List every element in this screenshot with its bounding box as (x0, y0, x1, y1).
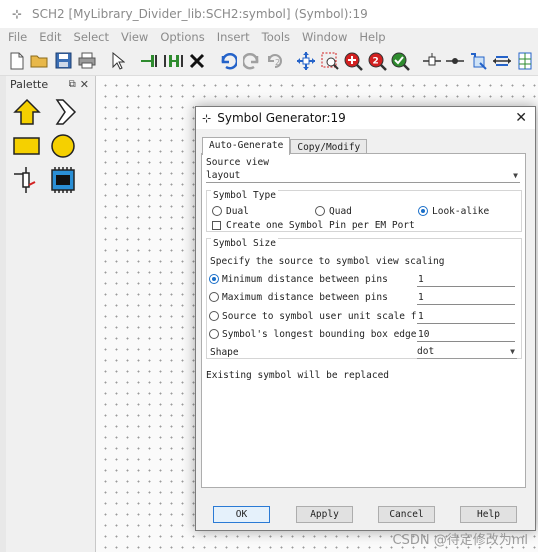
port-icon[interactable] (444, 50, 465, 72)
print-icon[interactable] (76, 50, 97, 72)
per-port-checkbox-label: Create one Symbol Pin per EM Port (226, 220, 415, 231)
main-window-title-bar: ⊹ SCH2 [MyLibrary_Divider_lib:SCH2:symbo… (0, 0, 538, 28)
dialog-tabs: Auto-Generate Copy/Modify (202, 137, 368, 155)
move-icon[interactable] (296, 50, 317, 72)
chevron-down-icon: ▼ (513, 171, 518, 180)
radio-scale-factor[interactable] (209, 311, 219, 321)
menu-insert[interactable]: Insert (217, 28, 250, 46)
radio-max-distance[interactable] (209, 292, 219, 302)
menu-help[interactable]: Help (359, 28, 385, 46)
radio-scale-factor-label: Source to symbol user unit scale factor (222, 311, 446, 322)
pin-up-icon[interactable] (10, 96, 44, 128)
recompile-icon[interactable]: 2 (264, 50, 285, 72)
menu-select[interactable]: Select (74, 28, 109, 46)
scale-factor-input[interactable]: 1 (417, 310, 515, 324)
bounding-box-input[interactable]: 10 (417, 328, 515, 342)
svg-text:2: 2 (275, 58, 280, 67)
delete-x-icon[interactable] (186, 50, 207, 72)
menu-options[interactable]: Options (160, 28, 204, 46)
zoom-in-icon[interactable] (343, 50, 364, 72)
watermark: CSDN @待定修改为ml (392, 533, 528, 548)
palette-panel: Palette ⧉ ✕ (6, 76, 96, 552)
menubar: File Edit Select View Options Insert Too… (0, 28, 538, 46)
main-window-title: SCH2 [MyLibrary_Divider_lib:SCH2:symbol]… (32, 7, 368, 21)
save-icon[interactable] (53, 50, 74, 72)
undo-icon[interactable] (218, 50, 239, 72)
chip-component-icon[interactable] (46, 164, 80, 196)
menu-window[interactable]: Window (302, 28, 347, 46)
apply-button[interactable]: Apply (296, 506, 353, 523)
shape-select[interactable]: dot ▼ (417, 345, 517, 359)
dialog-app-icon: ⊹ (202, 111, 212, 125)
symbol-size-label: Symbol Size (211, 238, 278, 249)
radio-bounding-box[interactable] (209, 329, 219, 339)
dock-pin-icon[interactable]: ⧉ (69, 79, 76, 90)
radio-look-alike-label: Look-alike (432, 206, 490, 217)
menu-view[interactable]: View (121, 28, 148, 46)
app-logo-icon: ⊹ (12, 7, 23, 21)
menu-edit[interactable]: Edit (39, 28, 61, 46)
source-view-select[interactable]: layout ▼ (206, 169, 520, 183)
chevron-down-icon: ▼ (510, 347, 515, 356)
pin-diagonal-icon[interactable] (46, 96, 80, 128)
pin-pair-icon[interactable] (162, 50, 184, 72)
resize-icon[interactable] (491, 50, 512, 72)
zoom-box-icon[interactable] (319, 50, 340, 72)
radio-max-distance-label: Maximum distance between pins (222, 292, 388, 303)
rectangle-shape-icon[interactable] (10, 130, 44, 162)
wire-icon[interactable] (421, 50, 442, 72)
ok-button[interactable]: OK (213, 506, 270, 523)
zoom-out-icon[interactable]: 2 (366, 50, 387, 72)
shape-value: dot (417, 346, 435, 357)
radio-dual-label: Dual (226, 206, 249, 217)
palette-grid (6, 92, 95, 198)
radio-quad-label: Quad (329, 206, 352, 217)
radio-look-alike[interactable] (418, 206, 428, 216)
tab-auto-generate[interactable]: Auto-Generate (202, 137, 291, 155)
grid-toggle-icon[interactable] (515, 50, 536, 72)
menu-tools[interactable]: Tools (262, 28, 290, 46)
palette-title: Palette (10, 77, 49, 91)
zoom-fit-icon[interactable] (390, 50, 411, 72)
scaling-instruction: Specify the source to symbol view scalin… (210, 256, 445, 267)
pin-component-icon[interactable] (10, 164, 44, 196)
source-view-value: layout (206, 170, 241, 181)
help-button[interactable]: Help (460, 506, 517, 523)
shape-label: Shape (210, 347, 239, 358)
palette-close-icon[interactable]: ✕ (80, 78, 89, 91)
max-distance-input[interactable]: 1 (417, 291, 515, 305)
palette-header: Palette ⧉ ✕ (6, 76, 95, 92)
auto-generate-panel: Source view layout ▼ Symbol Type Dual Qu… (201, 153, 526, 488)
symbol-size-group: Symbol Size Specify the source to symbol… (206, 238, 522, 359)
dialog-title: Symbol Generator:19 (217, 111, 346, 125)
svg-text:2: 2 (372, 56, 378, 66)
symbol-type-group: Symbol Type Dual Quad Look-alike Create … (206, 190, 522, 232)
align-icon[interactable] (468, 50, 489, 72)
per-port-checkbox[interactable] (212, 221, 221, 230)
source-view-label: Source view (206, 157, 269, 168)
open-folder-icon[interactable] (29, 50, 50, 72)
radio-dual[interactable] (212, 206, 222, 216)
new-file-icon[interactable] (6, 50, 27, 72)
menu-file[interactable]: File (8, 28, 27, 46)
dialog-title-bar: ⊹ Symbol Generator:19 ✕ (196, 107, 535, 129)
status-message: Existing symbol will be replaced (206, 370, 390, 381)
dialog-close-icon[interactable]: ✕ (515, 110, 527, 126)
circle-shape-icon[interactable] (46, 130, 80, 162)
radio-min-distance[interactable] (209, 274, 219, 284)
symbol-type-label: Symbol Type (211, 190, 278, 201)
redo-icon[interactable] (241, 50, 262, 72)
radio-bounding-box-label: Symbol's longest bounding box edge (222, 329, 417, 340)
cancel-button[interactable]: Cancel (378, 506, 435, 523)
pin-left-icon[interactable] (139, 50, 160, 72)
symbol-generator-dialog: ⊹ Symbol Generator:19 ✕ Auto-Generate Co… (195, 106, 536, 531)
radio-min-distance-label: Minimum distance between pins (222, 274, 388, 285)
select-arrow-icon[interactable] (108, 50, 129, 72)
radio-quad[interactable] (315, 206, 325, 216)
main-toolbar: 2 2 (0, 46, 538, 76)
min-distance-input[interactable]: 1 (417, 273, 515, 287)
